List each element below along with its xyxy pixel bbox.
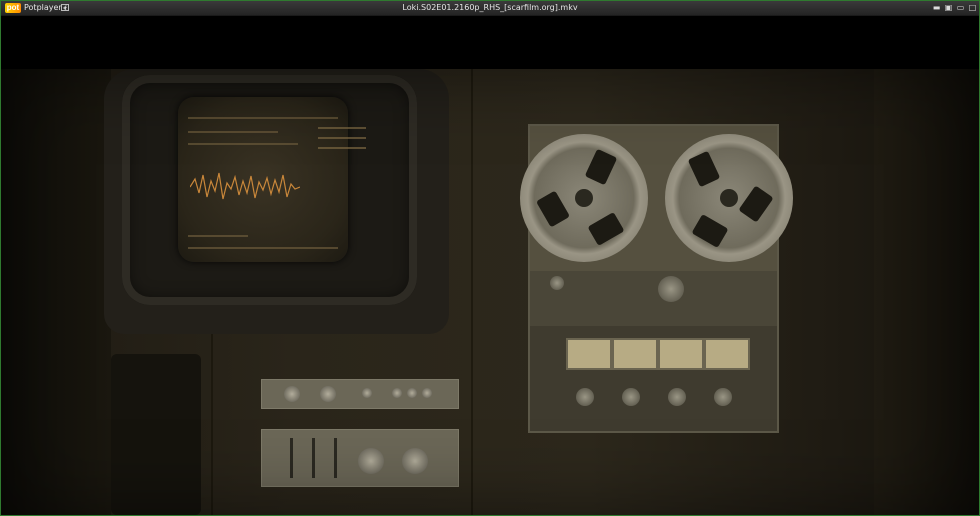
scene-vu-meter bbox=[612, 338, 658, 370]
scene-reel-hub bbox=[575, 189, 593, 207]
scene-rack-unit-bottom bbox=[261, 429, 459, 487]
close-button[interactable]: □ bbox=[968, 3, 977, 12]
player-window: pot Potplayer ▾ Loki.S02E01.2160p_RHS_[sc… bbox=[0, 0, 980, 516]
scene-left-wall bbox=[1, 69, 111, 515]
scene-reel-slot bbox=[738, 185, 774, 223]
scene-reel-right bbox=[665, 134, 793, 262]
scene-monitor-screen bbox=[178, 97, 366, 262]
scene-reel-slot bbox=[587, 211, 625, 247]
scene-vu-meter bbox=[566, 338, 612, 370]
window-controls: ▬ ▣ ▭ □ bbox=[932, 3, 977, 13]
scene-knob bbox=[392, 388, 402, 398]
scene-screen-line bbox=[188, 247, 338, 249]
mini-mode-button[interactable]: ▣ bbox=[944, 3, 953, 12]
scene-fader bbox=[290, 438, 293, 478]
scene-knob bbox=[668, 388, 686, 406]
letterbox-top bbox=[1, 16, 979, 69]
scene-reel-to-reel-deck bbox=[520, 124, 793, 433]
scene-fader bbox=[312, 438, 315, 478]
scene-reel-slot bbox=[691, 213, 729, 249]
scene-panel-line bbox=[471, 69, 473, 515]
scene-knob bbox=[422, 388, 432, 398]
scene-screen-line bbox=[318, 137, 366, 139]
scene-knob bbox=[284, 386, 300, 402]
scene-screen-line bbox=[188, 235, 248, 237]
scene-monitor-bezel bbox=[122, 75, 417, 305]
scene-knob bbox=[622, 388, 640, 406]
scene-reel-slot bbox=[535, 190, 571, 228]
scene-knob bbox=[550, 276, 564, 290]
minimize-button[interactable]: ▬ bbox=[932, 3, 941, 12]
scene-screen-line bbox=[188, 117, 338, 119]
video-frame bbox=[1, 69, 979, 515]
scene-reel-slot bbox=[687, 150, 721, 188]
title-bar[interactable]: pot Potplayer ▾ Loki.S02E01.2160p_RHS_[sc… bbox=[1, 1, 979, 16]
scene-knob bbox=[402, 448, 428, 474]
scene-knob bbox=[362, 388, 372, 398]
scene-right-wall bbox=[874, 69, 979, 515]
scene-vu-meter bbox=[658, 338, 704, 370]
scene-speaker bbox=[111, 354, 201, 515]
scene-screen-line bbox=[318, 127, 366, 129]
scene-reel-slot bbox=[584, 148, 618, 186]
scene-screen-line bbox=[318, 147, 366, 149]
video-area[interactable] bbox=[1, 16, 979, 515]
scene-knob bbox=[407, 388, 417, 398]
scene-knob bbox=[658, 276, 684, 302]
scene-knob bbox=[358, 448, 384, 474]
scene-screen-line bbox=[188, 143, 298, 145]
scene-waveform bbox=[190, 172, 300, 200]
scene-reel-hub bbox=[720, 189, 738, 207]
scene-fader bbox=[334, 438, 337, 478]
scene-screen-line bbox=[188, 131, 278, 133]
scene-knob bbox=[320, 386, 336, 402]
scene-rack-unit-top bbox=[261, 379, 459, 409]
window-title: Loki.S02E01.2160p_RHS_[scarfilm.org].mkv bbox=[402, 3, 578, 12]
scene-vu-meter bbox=[704, 338, 750, 370]
scene-reel-left bbox=[520, 134, 648, 262]
maximize-button[interactable]: ▭ bbox=[956, 3, 965, 12]
scene-crt-monitor bbox=[104, 69, 449, 334]
scene-knob bbox=[576, 388, 594, 406]
scene-knob bbox=[714, 388, 732, 406]
